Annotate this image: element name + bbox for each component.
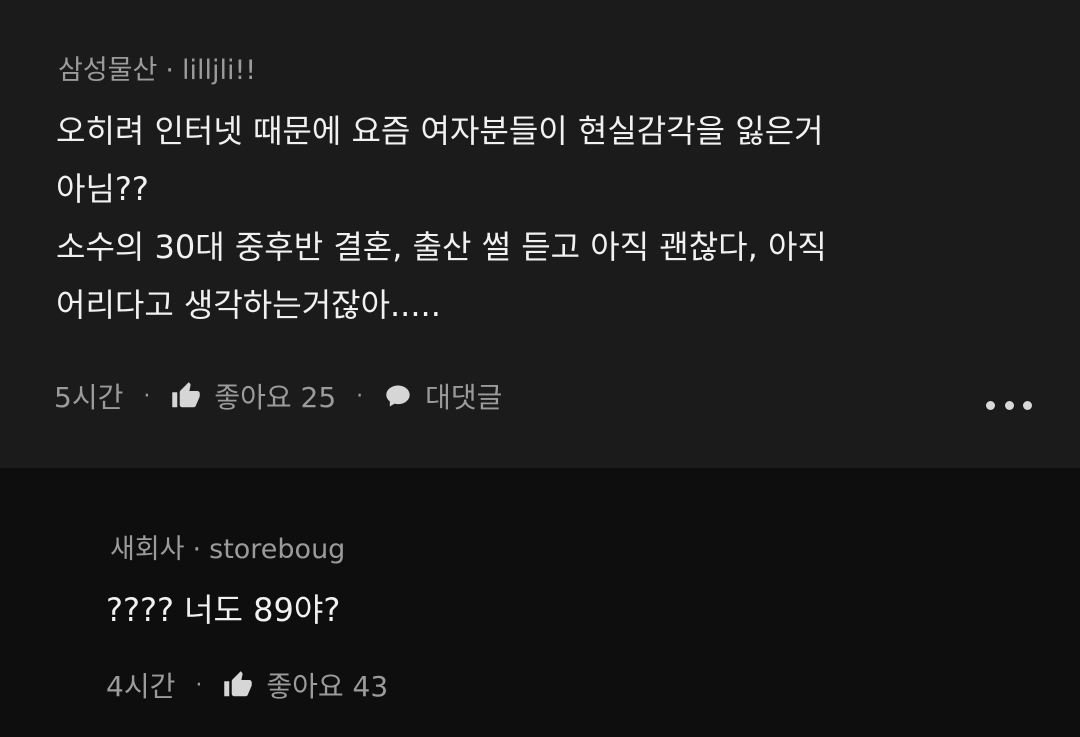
speech-bubble-icon (383, 382, 413, 410)
separator-dot: · (356, 383, 364, 409)
more-dot (1004, 400, 1014, 410)
more-dot (1023, 400, 1032, 410)
comment-line: 소수의 30대 중후반 결혼, 출산 썰 듣고 아직 괜찮다, 아직 (56, 228, 827, 266)
reply-meta: 4시간 · 좋아요 43 (106, 665, 388, 705)
more-dot (986, 400, 995, 410)
more-icon[interactable] (986, 396, 1032, 414)
comment-text: 오히려 인터넷 때문에 요즘 여자분들이 현실감각을 잃은거 아님?? 소수의 … (56, 102, 827, 334)
thumbs-up-icon (222, 670, 254, 700)
like-count-label: 좋아요 25 (214, 381, 337, 414)
like-button[interactable]: 좋아요 43 (222, 665, 388, 705)
company-name: 새회사 (110, 534, 185, 565)
like-button[interactable]: 좋아요 25 (170, 376, 336, 416)
comment-line: 아님?? (56, 170, 149, 208)
reply-button[interactable]: 대댓글 (383, 376, 502, 416)
username: storeboug (209, 534, 346, 565)
comment-author[interactable]: 삼성물산 · lilljli!! (58, 48, 256, 87)
timestamp: 4시간 (106, 670, 176, 703)
username: lilljli!! (181, 55, 257, 86)
thumbs-up-icon (170, 381, 202, 411)
comment-line: ???? 너도 89야? (106, 591, 341, 629)
reply-label: 대댓글 (425, 381, 503, 414)
company-name: 삼성물산 (58, 55, 158, 86)
like-count-label: 좋아요 43 (266, 670, 389, 703)
comment-line: 어리다고 생각하는거잖아..... (56, 286, 441, 324)
separator-dot: · (195, 672, 203, 698)
reply-card: 새회사 · storeboug ???? 너도 89야? 4시간 · 좋아요 43 (0, 469, 1080, 737)
separator-dot: · (143, 383, 151, 409)
reply-author[interactable]: 새회사 · storeboug (110, 527, 345, 566)
timestamp: 5시간 (54, 381, 124, 414)
comment-meta: 5시간 · 좋아요 25 · 대댓글 (54, 376, 502, 416)
separator-dot: · (192, 534, 202, 565)
reply-text: ???? 너도 89야? (106, 581, 340, 639)
comment-card: 삼성물산 · lilljli!! 오히려 인터넷 때문에 요즘 여자분들이 현실감각… (0, 0, 1080, 468)
comment-line: 오히려 인터넷 때문에 요즘 여자분들이 현실감각을 잃은거 (56, 112, 824, 150)
separator-dot: · (165, 55, 174, 86)
